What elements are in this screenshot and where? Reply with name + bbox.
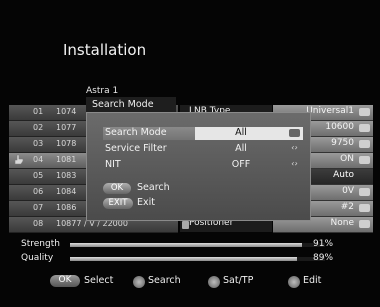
nit-value: OFF	[231, 159, 251, 170]
search-mode-select[interactable]: All	[195, 127, 303, 140]
transponder-number: 06	[33, 187, 44, 196]
left-right-arrow-icon: ‹›	[291, 143, 298, 152]
service-filter-row[interactable]: Service Filter All ‹›	[103, 143, 301, 156]
transponder-number: 04	[33, 155, 44, 164]
footer-help-bar: OK Select Search Sat/TP Edit	[0, 270, 380, 294]
ok-key-badge[interactable]: OK	[50, 275, 80, 287]
option-arrow-icon	[359, 220, 370, 228]
lock-icon	[182, 221, 189, 229]
dialog-title: Search Mode	[92, 99, 154, 110]
transponder-number: 05	[33, 171, 44, 180]
transponder-number: 03	[33, 139, 44, 148]
transponder-frequency: 1083	[56, 171, 77, 180]
service-filter-select[interactable]: All ‹›	[195, 143, 303, 156]
page-title: Installation	[63, 41, 147, 59]
transponder-number: 08	[33, 219, 44, 228]
strength-meter: Strength 91%	[21, 239, 373, 251]
ok-key-badge[interactable]: OK	[103, 183, 131, 194]
search-hint: Search	[148, 275, 181, 286]
transponder-number: 01	[33, 107, 44, 116]
search-mode-label: Search Mode	[105, 127, 167, 138]
edit-hint: Edit	[303, 275, 322, 286]
exit-action[interactable]: Exit	[137, 197, 155, 208]
option-arrow-icon	[359, 108, 370, 116]
quality-bar	[70, 257, 297, 261]
option-arrow-icon	[289, 129, 300, 137]
positioner-value: None	[330, 218, 354, 228]
search-mode-dialog: Search Mode All Service Filter All ‹› NI…	[86, 112, 311, 221]
option-arrow-icon	[359, 204, 370, 212]
transponder-frequency: 1084	[56, 187, 77, 196]
transponder-frequency: 1081	[56, 155, 77, 164]
option-arrow-icon	[359, 156, 370, 164]
strength-bar	[70, 243, 303, 247]
quality-track	[70, 257, 325, 261]
22khz-value: ON	[340, 154, 354, 164]
dialog-title-bar: Search Mode	[86, 97, 176, 113]
transponder-number: 02	[33, 123, 44, 132]
quality-label: Quality	[21, 253, 54, 263]
nit-label: NIT	[105, 159, 121, 170]
voltage-value: 0V	[342, 186, 354, 196]
exit-key-label: EXIT	[108, 198, 128, 208]
option-arrow-icon	[359, 124, 370, 132]
quality-meter: Quality 89%	[21, 253, 373, 265]
option-arrow-icon	[359, 140, 370, 148]
installation-screen: Installation Astra 1 01 1074 LNB Type Un…	[0, 0, 380, 307]
strength-track	[70, 243, 325, 247]
search-mode-row[interactable]: Search Mode All	[103, 127, 303, 140]
transponder-frequency: 1074	[56, 107, 77, 116]
strength-value: 91%	[313, 239, 334, 249]
quality-value: 89%	[313, 253, 334, 263]
transponder-frequency: 1077	[56, 123, 77, 132]
diseqc-value: #2	[340, 202, 354, 212]
nit-select[interactable]: OFF ‹›	[195, 159, 303, 172]
search-action[interactable]: Search	[137, 182, 170, 193]
yellow-button-icon[interactable]	[288, 276, 300, 288]
lnb-frequency-value: 10600	[325, 122, 354, 132]
service-filter-label: Service Filter	[105, 143, 167, 154]
ok-key-label: OK	[110, 183, 124, 193]
strength-label: Strength	[21, 239, 60, 249]
select-hint: Select	[84, 275, 114, 286]
service-filter-value: All	[235, 143, 247, 154]
left-right-arrow-icon: ‹›	[291, 159, 298, 168]
option-arrow-icon	[359, 188, 370, 196]
lnb-power-value: Auto	[333, 170, 354, 180]
lnb-type-value: Universal1	[306, 106, 354, 116]
sattp-hint: Sat/TP	[223, 275, 254, 286]
satellite-name: Astra 1	[86, 86, 119, 96]
lnb-low-frequency-value: 9750	[331, 138, 354, 148]
exit-key-badge[interactable]: EXIT	[103, 198, 133, 209]
transponder-frequency: 1078	[56, 139, 77, 148]
ok-key-label: OK	[58, 275, 72, 285]
pointer-hand-icon	[14, 154, 24, 165]
search-mode-value: All	[235, 127, 247, 138]
transponder-number: 07	[33, 203, 44, 212]
transponder-frequency: 1086	[56, 203, 77, 212]
green-button-icon[interactable]	[208, 276, 220, 288]
red-button-icon[interactable]	[133, 276, 145, 288]
nit-row[interactable]: NIT OFF ‹›	[103, 159, 301, 172]
